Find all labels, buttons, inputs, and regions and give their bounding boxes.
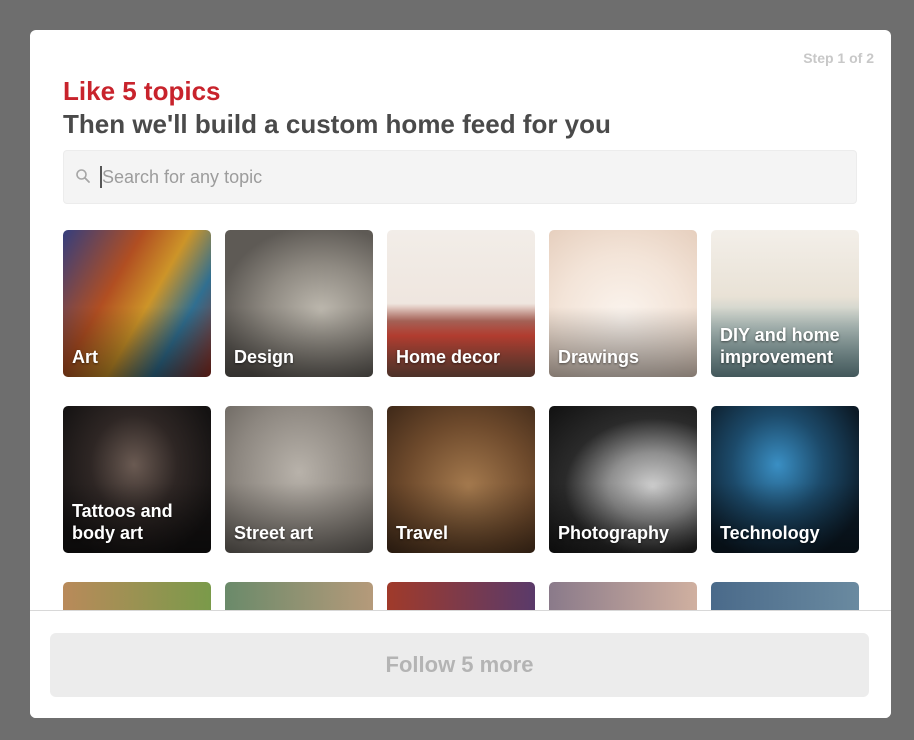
topic-label: Drawings bbox=[558, 347, 640, 367]
topic-label: DIY and home improvement bbox=[720, 325, 840, 367]
topic-tile-design[interactable]: Design bbox=[225, 230, 373, 377]
topic-tile-photography[interactable]: Photography bbox=[549, 406, 697, 553]
topic-tile-tattoos[interactable]: Tattoos and body art bbox=[63, 406, 211, 553]
topic-label: Home decor bbox=[396, 347, 501, 367]
topic-tile-drawings[interactable]: Drawings bbox=[549, 230, 697, 377]
topic-label: Street art bbox=[234, 523, 314, 543]
page-subtitle: Then we'll build a custom home feed for … bbox=[63, 109, 611, 139]
topic-tile-art[interactable]: Art bbox=[63, 230, 211, 377]
search-input[interactable]: Search for any topic bbox=[63, 150, 857, 204]
topic-grid: Art Design Home decor Drawings DIY and h… bbox=[63, 230, 859, 630]
topic-label: Design bbox=[234, 347, 295, 367]
topic-label: Travel bbox=[396, 523, 449, 543]
topic-label: Photography bbox=[558, 523, 669, 543]
topic-tile-home-decor[interactable]: Home decor bbox=[387, 230, 535, 377]
search-icon bbox=[75, 168, 91, 184]
topic-tile-diy[interactable]: DIY and home improvement bbox=[711, 230, 859, 377]
topic-tile-technology[interactable]: Technology bbox=[711, 406, 859, 553]
search-placeholder: Search for any topic bbox=[102, 167, 263, 187]
topic-label: Art bbox=[72, 347, 98, 367]
footer: Follow 5 more bbox=[30, 611, 891, 718]
topic-label: Tattoos and body art bbox=[72, 501, 173, 543]
follow-more-button[interactable]: Follow 5 more bbox=[50, 633, 869, 697]
page-title: Like 5 topics bbox=[63, 76, 221, 106]
step-indicator: Step 1 of 2 bbox=[803, 50, 874, 66]
topic-picker-modal: Step 1 of 2 Like 5 topics Then we'll bui… bbox=[30, 30, 891, 718]
topic-label: Technology bbox=[720, 523, 820, 543]
topic-tile-street-art[interactable]: Street art bbox=[225, 406, 373, 553]
topic-tile-travel[interactable]: Travel bbox=[387, 406, 535, 553]
